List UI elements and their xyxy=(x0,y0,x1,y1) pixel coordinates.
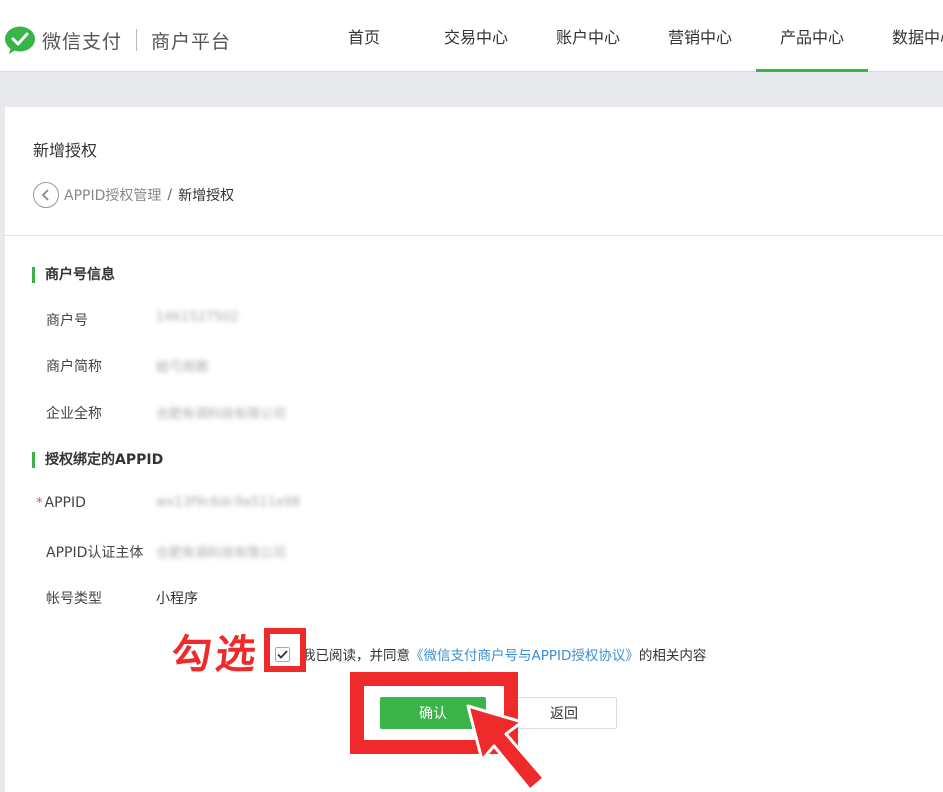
page-title: 新增授权 xyxy=(33,141,98,160)
merchant-short-name-label: 商户简称 xyxy=(46,359,102,375)
agreement-link[interactable]: 《微信支付商户号与APPID授权协议》 xyxy=(410,644,639,664)
platform-name: 商户平台 xyxy=(151,30,232,53)
nav-item-marketing[interactable]: 营销中心 xyxy=(644,0,756,72)
breadcrumb-separator: / xyxy=(167,187,173,203)
brand-name: 微信支付 xyxy=(42,30,123,53)
account-type-value: 小程序 xyxy=(156,591,198,607)
appid-label: * APPID xyxy=(36,495,86,511)
merchant-id-value: 1461527502 xyxy=(156,310,239,325)
nav-item-transactions[interactable]: 交易中心 xyxy=(420,0,532,72)
required-mark: * xyxy=(36,496,43,511)
nav-item-home[interactable]: 首页 xyxy=(308,0,420,72)
merchant-section-title: 商户号信息 xyxy=(32,267,115,283)
company-full-name-value: 合肥有调科技有限公司 xyxy=(156,407,287,422)
main-nav: 首页 交易中心 账户中心 营销中心 产品中心 数据中心 xyxy=(308,0,943,72)
agreement-row: 我已阅读，并同意 《微信支付商户号与APPID授权协议》 的相关内容 xyxy=(275,643,706,665)
nav-item-data[interactable]: 数据中心 xyxy=(868,0,943,72)
appid-entity-value: 合肥有调科技有限公司 xyxy=(156,546,287,561)
appid-entity-label: APPID认证主体 xyxy=(46,545,144,561)
pointer-arrow-icon xyxy=(466,704,546,792)
agreement-prefix: 我已阅读，并同意 xyxy=(302,648,410,664)
agreement-suffix: 的相关内容 xyxy=(638,648,707,664)
merchant-id-label: 商户号 xyxy=(46,313,88,329)
nav-item-account[interactable]: 账户中心 xyxy=(532,0,644,72)
brand-divider xyxy=(136,29,138,51)
logo[interactable]: 微信支付 商户平台 xyxy=(4,24,231,56)
company-full-name-label: 企业全称 xyxy=(46,406,102,422)
top-header: 微信支付 商户平台 首页 交易中心 账户中心 营销中心 产品中心 数据中心 xyxy=(0,0,943,72)
appid-section-title: 授权绑定的APPID xyxy=(32,452,163,468)
merchant-short-name-value: 蛙弓商圈 xyxy=(156,360,209,375)
account-type-label: 帐号类型 xyxy=(46,591,102,607)
appid-value: wx13f9c6dc9a511e98 xyxy=(156,495,301,510)
breadcrumb: APPID授权管理 / 新增授权 xyxy=(33,182,234,208)
annotation-checkbox-highlight xyxy=(264,628,306,672)
wechat-pay-logo-icon xyxy=(4,25,36,55)
chevron-left-icon[interactable] xyxy=(33,182,59,208)
section-divider xyxy=(5,235,943,236)
breadcrumb-parent-link[interactable]: APPID授权管理 xyxy=(64,185,161,205)
nav-item-products[interactable]: 产品中心 xyxy=(756,0,868,72)
breadcrumb-current: 新增授权 xyxy=(178,188,235,204)
annotation-text: 勾选 xyxy=(169,631,263,678)
